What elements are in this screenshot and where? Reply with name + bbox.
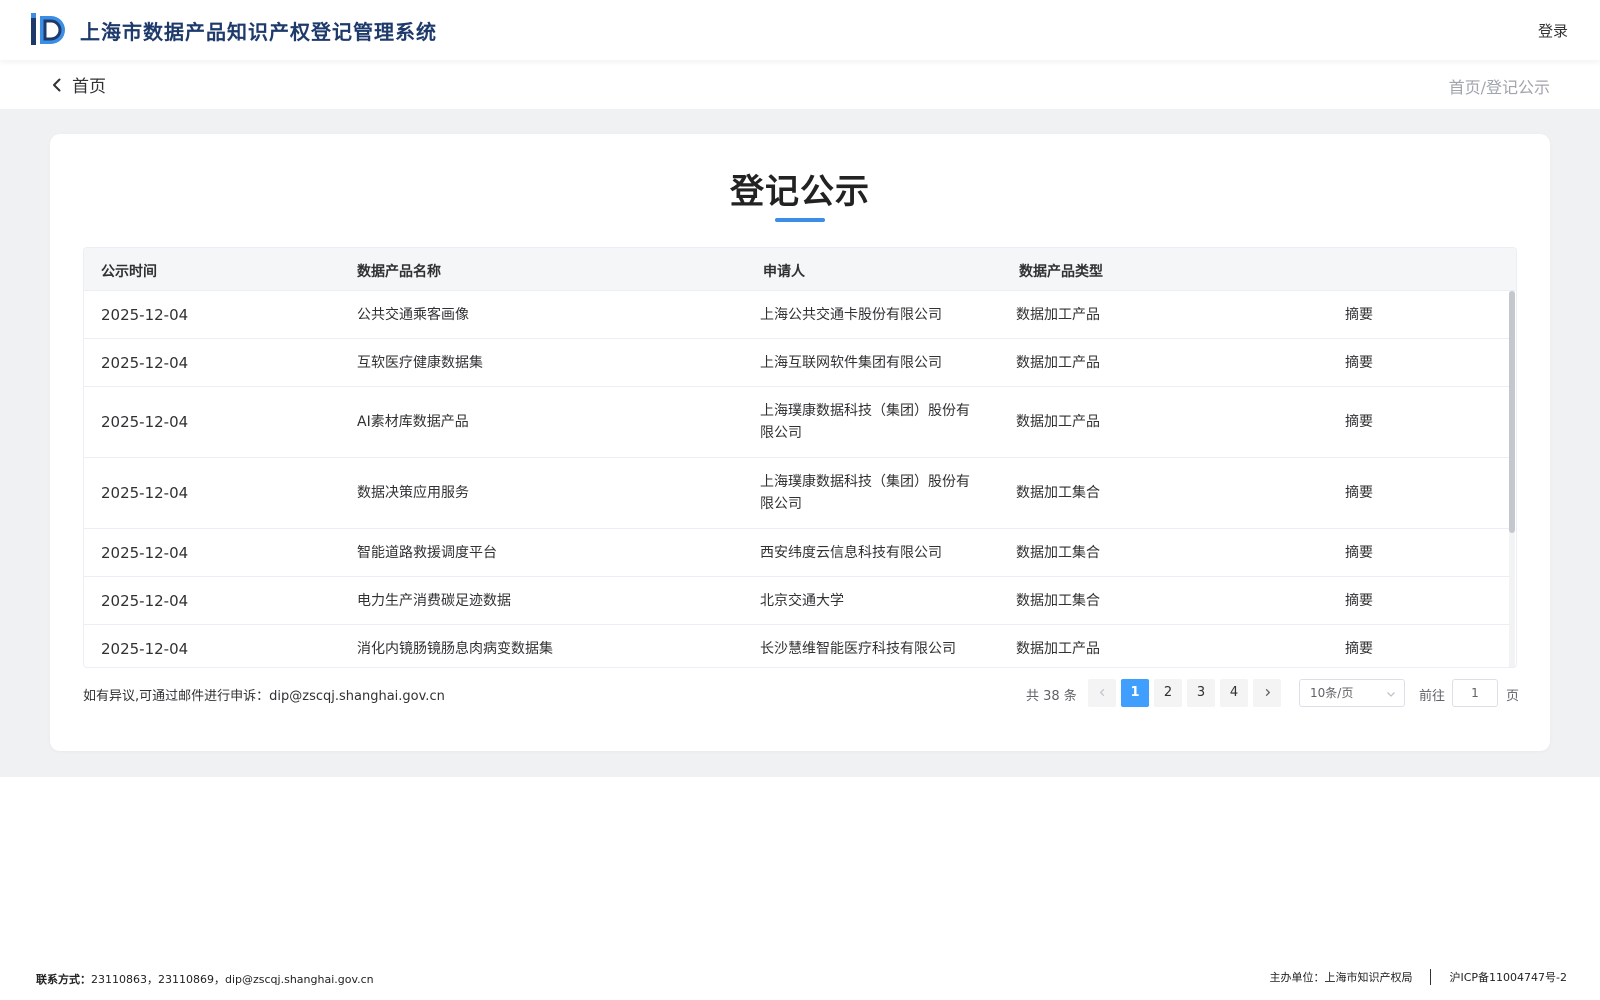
summary-link[interactable]: 摘要: [1345, 638, 1373, 660]
breadcrumb-current: 登记公示: [1485, 78, 1550, 97]
cell-name: 消化内镜肠镜肠息肉病变数据集: [357, 641, 553, 657]
column-header-name: 数据产品名称: [357, 264, 441, 280]
cell-date: 2025-12-04: [101, 484, 189, 502]
announcement-table: 公示时间 数据产品名称 申请人 数据产品类型 2025-12-04 公共交通乘客…: [83, 247, 1517, 668]
cell-date: 2025-12-04: [101, 640, 189, 658]
cell-name: 智能道路救援调度平台: [357, 545, 497, 561]
cell-applicant: 上海互联网软件集团有限公司: [760, 355, 942, 371]
cell-date: 2025-12-04: [101, 544, 189, 562]
footer-divider: [1430, 969, 1432, 985]
main-area: 登记公示 公示时间 数据产品名称 申请人 数据产品类型 2025-12-04 公…: [0, 109, 1600, 777]
page-size-select[interactable]: 10条/页: [1299, 679, 1405, 707]
table-scrollbar[interactable]: [1509, 291, 1515, 667]
footer-host: 主办单位：上海市知识产权局: [1269, 971, 1413, 984]
content-card: 登记公示 公示时间 数据产品名称 申请人 数据产品类型 2025-12-04 公…: [50, 134, 1550, 751]
page-button-2[interactable]: 2: [1154, 679, 1182, 707]
breadcrumb: 首页/登记公示: [1449, 74, 1550, 98]
cell-applicant: 长沙慧维智能医疗科技有限公司: [760, 641, 956, 657]
title-underline: [775, 218, 825, 222]
cell-type: 数据加工产品: [1016, 414, 1100, 430]
goto-label: 前往: [1419, 689, 1446, 704]
footer-info: 主办单位：上海市知识产权局 沪ICP备11004747号-2: [1269, 969, 1567, 985]
pagination: 共 38 条 1 2 3 4 10条/页 前往 1 页: [50, 679, 1550, 707]
page-size-value: 10条/页: [1310, 686, 1354, 700]
sub-navigation: 首页 首页/登记公示: [0, 60, 1600, 109]
chevron-right-icon: [1265, 688, 1270, 697]
table-row: 2025-12-04 智能道路救援调度平台 西安纬度云信息科技有限公司 数据加工…: [84, 529, 1510, 577]
dp-logo-icon[interactable]: [31, 13, 67, 47]
cell-date: 2025-12-04: [101, 306, 189, 324]
footer-contact-value: 23110863，23110869，dip@zscqj.shanghai.gov…: [91, 973, 374, 986]
column-header-applicant: 申请人: [763, 264, 805, 280]
chevron-left-icon: [1099, 688, 1104, 697]
cell-applicant: 上海璞康数据科技（集团）股份有限公司: [760, 403, 970, 441]
chevron-down-icon: [1387, 692, 1395, 697]
cell-name: 公共交通乘客画像: [357, 307, 469, 323]
cell-applicant: 上海公共交通卡股份有限公司: [760, 307, 942, 323]
login-link[interactable]: 登录: [1538, 20, 1568, 41]
breadcrumb-home[interactable]: 首页: [1449, 78, 1481, 97]
page-button-3[interactable]: 3: [1187, 679, 1215, 707]
cell-date: 2025-12-04: [101, 354, 189, 372]
summary-link[interactable]: 摘要: [1345, 304, 1373, 326]
cell-applicant: 西安纬度云信息科技有限公司: [760, 545, 942, 561]
back-home-link[interactable]: 首页: [50, 72, 106, 97]
cell-type: 数据加工集合: [1016, 485, 1100, 501]
table-row: 2025-12-04 公共交通乘客画像 上海公共交通卡股份有限公司 数据加工产品…: [84, 291, 1510, 339]
cell-date: 2025-12-04: [101, 592, 189, 610]
site-title: 上海市数据产品知识产权登记管理系统: [80, 20, 437, 44]
footer-contact-label: 联系方式：: [36, 973, 91, 986]
cell-type: 数据加工产品: [1016, 307, 1100, 323]
cell-type: 数据加工产品: [1016, 641, 1100, 657]
back-home-label: 首页: [72, 77, 106, 97]
chevron-left-icon: [53, 78, 61, 91]
pagination-total: 共 38 条: [1026, 689, 1077, 704]
goto-suffix: 页: [1506, 689, 1520, 704]
table-row: 2025-12-04 电力生产消费碳足迹数据 北京交通大学 数据加工集合 摘要: [84, 577, 1510, 625]
goto-page-input[interactable]: [1452, 679, 1498, 707]
cell-name: 互软医疗健康数据集: [357, 355, 483, 371]
summary-link[interactable]: 摘要: [1345, 352, 1373, 374]
table-row: 2025-12-04 AI素材库数据产品 上海璞康数据科技（集团）股份有限公司 …: [84, 387, 1510, 458]
footer-contact: 联系方式：23110863，23110869，dip@zscqj.shangha…: [36, 971, 374, 987]
table-row: 2025-12-04 互软医疗健康数据集 上海互联网软件集团有限公司 数据加工产…: [84, 339, 1510, 387]
table-row: 2025-12-04 数据决策应用服务 上海璞康数据科技（集团）股份有限公司 数…: [84, 458, 1510, 529]
cell-type: 数据加工集合: [1016, 545, 1100, 561]
table-header: 公示时间 数据产品名称 申请人 数据产品类型: [84, 248, 1516, 291]
summary-link[interactable]: 摘要: [1345, 411, 1373, 433]
cell-name: AI素材库数据产品: [357, 414, 469, 430]
top-header: 上海市数据产品知识产权登记管理系统 登录: [0, 0, 1600, 60]
table-row: 2025-12-04 消化内镜肠镜肠息肉病变数据集 长沙慧维智能医疗科技有限公司…: [84, 625, 1510, 667]
cell-type: 数据加工集合: [1016, 593, 1100, 609]
footer-icp[interactable]: 沪ICP备11004747号-2: [1449, 969, 1567, 985]
page-button-1[interactable]: 1: [1121, 679, 1149, 707]
summary-link[interactable]: 摘要: [1345, 590, 1373, 612]
cell-date: 2025-12-04: [101, 413, 189, 431]
next-page-button[interactable]: [1253, 679, 1281, 707]
column-header-type: 数据产品类型: [1019, 264, 1103, 280]
cell-type: 数据加工产品: [1016, 355, 1100, 371]
table-body[interactable]: 2025-12-04 公共交通乘客画像 上海公共交通卡股份有限公司 数据加工产品…: [84, 291, 1510, 667]
page-button-4[interactable]: 4: [1220, 679, 1248, 707]
cell-name: 数据决策应用服务: [357, 485, 469, 501]
summary-link[interactable]: 摘要: [1345, 482, 1373, 504]
scrollbar-thumb[interactable]: [1509, 291, 1515, 533]
summary-link[interactable]: 摘要: [1345, 542, 1373, 564]
page-title: 登记公示: [730, 172, 870, 212]
cell-applicant: 北京交通大学: [760, 593, 844, 609]
column-header-date: 公示时间: [101, 264, 157, 280]
cell-name: 电力生产消费碳足迹数据: [357, 593, 511, 609]
prev-page-button[interactable]: [1088, 679, 1116, 707]
cell-applicant: 上海璞康数据科技（集团）股份有限公司: [760, 474, 970, 512]
